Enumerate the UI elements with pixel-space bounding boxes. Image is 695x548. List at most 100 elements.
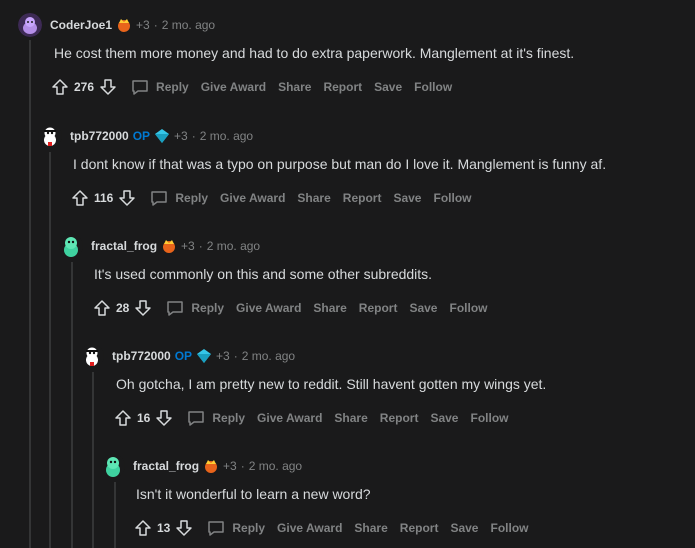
separator: · bbox=[240, 459, 245, 473]
avatar[interactable] bbox=[80, 344, 104, 368]
green-snoo-avatar-icon bbox=[59, 234, 83, 258]
save-button[interactable]: Save bbox=[409, 301, 437, 315]
downvote-icon[interactable] bbox=[117, 188, 137, 208]
avatar[interactable] bbox=[18, 13, 42, 37]
share-button[interactable]: Share bbox=[313, 301, 346, 315]
comment-text: He cost them more money and had to do ex… bbox=[54, 45, 575, 61]
comment-actions: 16 Reply Give Award Share Report Save Fo… bbox=[113, 406, 508, 430]
reply-label: Reply bbox=[175, 191, 209, 205]
comment-actions: 116 Reply Give Award Share Report Save F… bbox=[70, 186, 471, 210]
give-award-button[interactable]: Give Award bbox=[257, 411, 322, 425]
purple-snoo-avatar-icon bbox=[18, 13, 42, 37]
comment-header: fractal_frog +3 · 2 mo. ago bbox=[101, 454, 302, 478]
downvote-icon[interactable] bbox=[154, 408, 174, 428]
comment-text: Oh gotcha, I am pretty new to reddit. St… bbox=[116, 376, 547, 392]
report-button[interactable]: Report bbox=[400, 521, 439, 535]
separator: · bbox=[233, 349, 238, 363]
reply-button[interactable]: Reply bbox=[149, 188, 208, 208]
give-award-button[interactable]: Give Award bbox=[220, 191, 285, 205]
separator: · bbox=[198, 239, 203, 253]
thread-line[interactable] bbox=[29, 40, 31, 548]
report-button[interactable]: Report bbox=[343, 191, 382, 205]
username[interactable]: fractal_frog bbox=[91, 239, 157, 253]
timestamp[interactable]: 2 mo. ago bbox=[242, 349, 295, 363]
report-button[interactable]: Report bbox=[380, 411, 419, 425]
downvote-icon[interactable] bbox=[98, 77, 118, 97]
upvote-icon[interactable] bbox=[113, 408, 133, 428]
diamond-award-icon bbox=[154, 128, 170, 144]
reply-button[interactable]: Reply bbox=[206, 518, 265, 538]
thread-line[interactable] bbox=[114, 482, 116, 548]
give-award-button[interactable]: Give Award bbox=[277, 521, 342, 535]
comment-bubble-icon bbox=[132, 80, 148, 95]
reply-label: Reply bbox=[212, 411, 246, 425]
reply-label: Reply bbox=[156, 80, 189, 94]
follow-button[interactable]: Follow bbox=[433, 191, 471, 205]
vote-score: 16 bbox=[137, 411, 151, 425]
follow-button[interactable]: Follow bbox=[414, 80, 452, 94]
white-snoo-avatar-icon bbox=[38, 124, 62, 148]
username[interactable]: tpb772000 bbox=[112, 349, 171, 363]
share-button[interactable]: Share bbox=[278, 80, 311, 94]
follow-button[interactable]: Follow bbox=[470, 411, 508, 425]
thread-line[interactable] bbox=[49, 152, 51, 548]
report-button[interactable]: Report bbox=[323, 80, 362, 94]
reply-button[interactable]: Reply bbox=[130, 77, 189, 97]
reply-label: Reply bbox=[232, 521, 266, 535]
timestamp[interactable]: 2 mo. ago bbox=[207, 239, 260, 253]
save-button[interactable]: Save bbox=[430, 411, 458, 425]
follow-button[interactable]: Follow bbox=[490, 521, 528, 535]
comment-actions: 276 Reply Give Award Share Report Save F… bbox=[50, 75, 452, 99]
downvote-icon[interactable] bbox=[133, 298, 153, 318]
save-button[interactable]: Save bbox=[393, 191, 421, 205]
diamond-award-icon bbox=[196, 348, 212, 364]
avatar[interactable] bbox=[38, 124, 62, 148]
comment-actions: 28 Reply Give Award Share Report Save Fo… bbox=[92, 296, 487, 320]
upvote-icon[interactable] bbox=[70, 188, 90, 208]
karma: +3 bbox=[136, 18, 150, 32]
upvote-icon[interactable] bbox=[133, 518, 153, 538]
thread-line[interactable] bbox=[92, 372, 94, 548]
timestamp[interactable]: 2 mo. ago bbox=[200, 129, 253, 143]
reply-button[interactable]: Reply bbox=[186, 408, 245, 428]
karma: +3 bbox=[181, 239, 195, 253]
green-snoo-avatar-icon bbox=[101, 454, 125, 478]
avatar[interactable] bbox=[101, 454, 125, 478]
give-award-button[interactable]: Give Award bbox=[201, 80, 266, 94]
comment-header: tpb772000 OP +3 · 2 mo. ago bbox=[80, 344, 295, 368]
share-button[interactable]: Share bbox=[297, 191, 330, 205]
username[interactable]: tpb772000 bbox=[70, 129, 129, 143]
follow-button[interactable]: Follow bbox=[449, 301, 487, 315]
save-button[interactable]: Save bbox=[450, 521, 478, 535]
separator: · bbox=[153, 18, 158, 32]
crown-award-icon bbox=[203, 458, 219, 474]
timestamp[interactable]: 2 mo. ago bbox=[249, 459, 302, 473]
share-button[interactable]: Share bbox=[354, 521, 387, 535]
downvote-icon[interactable] bbox=[174, 518, 194, 538]
comment-header: CoderJoe1 +3 · 2 mo. ago bbox=[18, 13, 215, 37]
comment-bubble-icon bbox=[167, 301, 184, 316]
give-award-button[interactable]: Give Award bbox=[236, 301, 301, 315]
avatar[interactable] bbox=[59, 234, 83, 258]
reply-button[interactable]: Reply bbox=[165, 298, 224, 318]
crown-award-icon bbox=[161, 238, 177, 254]
share-button[interactable]: Share bbox=[334, 411, 367, 425]
save-button[interactable]: Save bbox=[374, 80, 402, 94]
thread-line[interactable] bbox=[71, 262, 73, 548]
vote-score: 116 bbox=[94, 191, 114, 205]
username[interactable]: fractal_frog bbox=[133, 459, 199, 473]
karma: +3 bbox=[223, 459, 237, 473]
report-button[interactable]: Report bbox=[359, 301, 398, 315]
timestamp[interactable]: 2 mo. ago bbox=[162, 18, 215, 32]
vote-score: 276 bbox=[74, 80, 95, 94]
comment-header: fractal_frog +3 · 2 mo. ago bbox=[59, 234, 260, 258]
username[interactable]: CoderJoe1 bbox=[50, 18, 112, 32]
vote-score: 13 bbox=[157, 521, 171, 535]
separator: · bbox=[191, 129, 196, 143]
upvote-icon[interactable] bbox=[50, 77, 70, 97]
comment-text: It's used commonly on this and some othe… bbox=[94, 266, 433, 282]
vote-score: 28 bbox=[116, 301, 130, 315]
upvote-icon[interactable] bbox=[92, 298, 112, 318]
comment-actions: 13 Reply Give Award Share Report Save Fo… bbox=[133, 516, 528, 540]
comment-bubble-icon bbox=[151, 191, 168, 206]
